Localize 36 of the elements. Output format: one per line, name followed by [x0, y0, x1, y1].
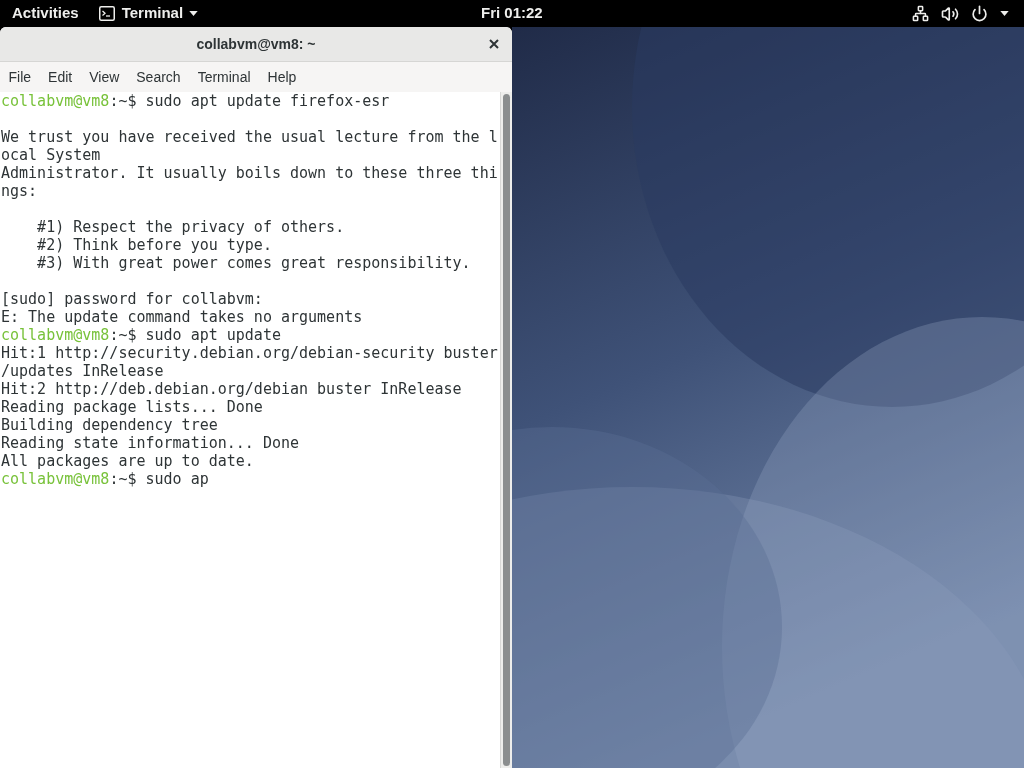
output-line: ocal System: [1, 146, 101, 164]
output-line: All packages are up to date.: [1, 452, 254, 470]
output-line: #3) With great power comes great responsibility.: [36, 254, 471, 272]
caret-icon: [1000, 11, 1009, 16]
output-line: Reading state information... Done: [1, 434, 299, 452]
menu-item[interactable]: Terminal: [189, 62, 260, 92]
menu-item[interactable]: Search: [127, 62, 190, 92]
power-icon[interactable]: [971, 5, 988, 22]
window-title: collabvm@vm8: ~: [196, 34, 316, 54]
app-menu-button[interactable]: Terminal: [98, 0, 199, 27]
terminal-icon: [98, 6, 115, 21]
output-line: [sudo] password for collabvm:: [1, 290, 263, 308]
prompt-line: collabvm@vm8:~$ sudo apt update: [1, 326, 281, 344]
caret-icon: [189, 11, 199, 16]
menu-item[interactable]: Edit: [39, 62, 81, 92]
output-line: /updates InRelease: [1, 362, 164, 380]
output-line: Building dependency tree: [1, 416, 218, 434]
output-line: E: The update command takes no arguments: [1, 308, 363, 326]
activities-button[interactable]: Activities: [12, 0, 79, 27]
close-icon: [489, 39, 499, 49]
output-line: ngs:: [1, 182, 38, 200]
menu-item[interactable]: File: [0, 62, 40, 92]
output-line: Administrator. It usually boils down to these three thi: [1, 164, 498, 182]
clock[interactable]: Fri 01:22: [481, 0, 543, 27]
volume-icon[interactable]: [941, 4, 959, 23]
output-line: #2) Think before you type.: [36, 236, 272, 254]
network-icon[interactable]: [912, 5, 929, 22]
output-line: Reading package lists... Done: [1, 398, 263, 416]
output-line: Hit:2 http://deb.debian.org/debian buster InRelease: [1, 380, 462, 398]
prompt-line: collabvm@vm8:~$ sudo apt update firefox-esr: [1, 92, 390, 110]
output-line: Hit:1 http://security.debian.org/debian-security buster: [1, 344, 498, 362]
output-line: #1) Respect the privacy of others.: [36, 218, 345, 236]
prompt-line: collabvm@vm8:~$ sudo ap: [1, 470, 209, 488]
menu-item[interactable]: View: [80, 62, 128, 92]
menu-item[interactable]: Help: [259, 62, 305, 92]
output-line: We trust you have received the usual lecture from the l: [1, 128, 498, 146]
